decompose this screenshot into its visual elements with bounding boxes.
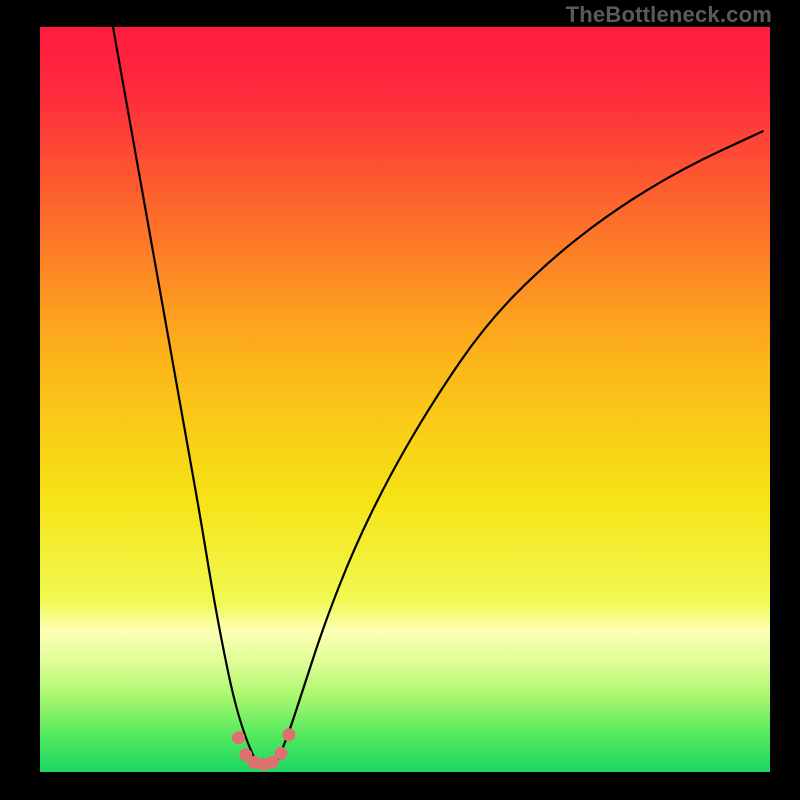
curve-right-branch: [277, 131, 762, 761]
bottleneck-curve: [40, 27, 770, 772]
marker-dot: [274, 747, 287, 760]
bottom-marker-cluster: [232, 728, 295, 771]
plot-area: [40, 27, 770, 772]
curve-left-branch: [113, 27, 255, 761]
chart-frame: TheBottleneck.com: [0, 0, 800, 800]
marker-dot: [232, 731, 245, 744]
marker-dot: [282, 728, 295, 741]
watermark-text: TheBottleneck.com: [566, 2, 772, 28]
